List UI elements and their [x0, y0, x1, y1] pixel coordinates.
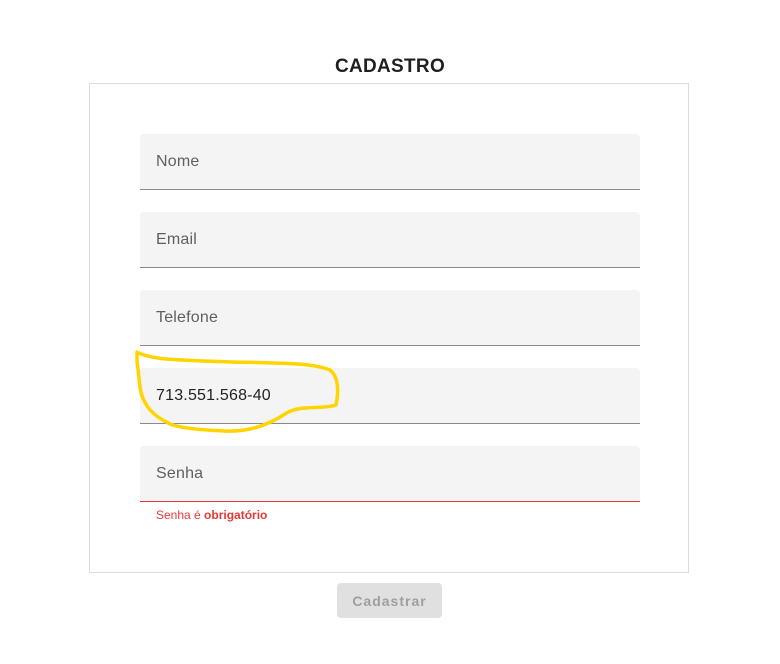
- registration-form-card: Senha é obrigatório: [89, 83, 689, 573]
- password-error-message: Senha é obrigatório: [156, 508, 267, 522]
- email-field[interactable]: [140, 212, 640, 268]
- name-input[interactable]: [140, 134, 640, 189]
- password-error-prefix: Senha é: [156, 508, 205, 522]
- submit-button[interactable]: Cadastrar: [337, 583, 442, 618]
- page-title: CADASTRO: [334, 56, 446, 77]
- registration-page: CADASTRO Senha é obrigatório Cadastrar: [0, 0, 780, 664]
- password-input[interactable]: [140, 446, 640, 501]
- phone-input[interactable]: [140, 290, 640, 345]
- password-field[interactable]: [140, 446, 640, 502]
- phone-field[interactable]: [140, 290, 640, 346]
- name-field[interactable]: [140, 134, 640, 190]
- email-input[interactable]: [140, 212, 640, 267]
- cpf-input[interactable]: [140, 368, 640, 423]
- password-error-emphasis: obrigatório: [204, 508, 268, 522]
- cpf-field[interactable]: [140, 368, 640, 424]
